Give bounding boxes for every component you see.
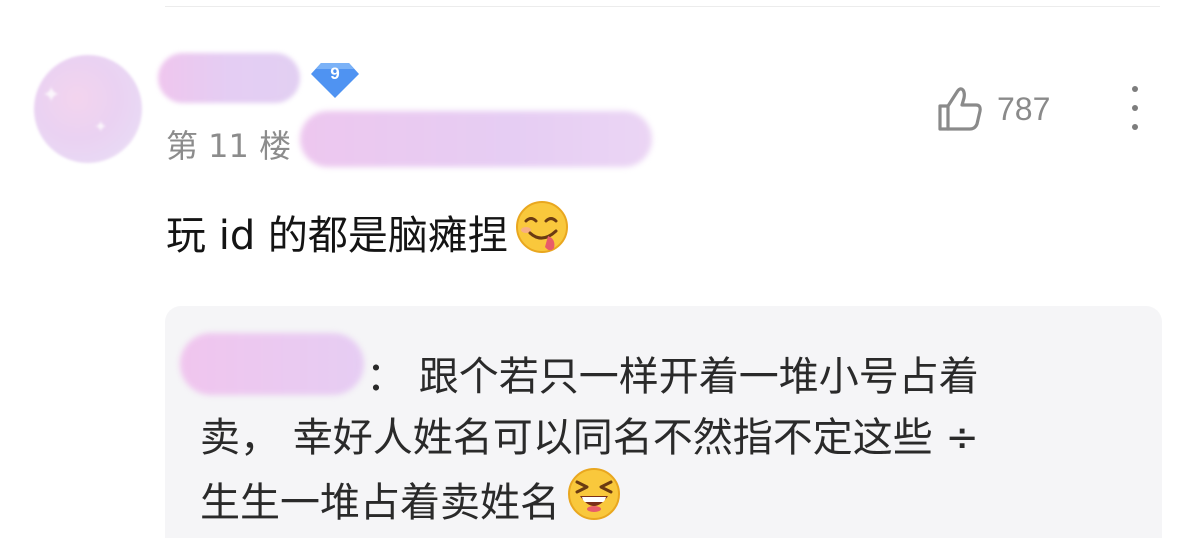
- avatar[interactable]: ✦ ✦: [34, 55, 142, 163]
- post-meta-redacted: [300, 111, 652, 167]
- like-count: 787: [997, 90, 1051, 127]
- dot: [1132, 124, 1138, 130]
- username-redacted[interactable]: [158, 53, 300, 103]
- comment-text: 玩 id 的都是脑瘫捏: [166, 213, 508, 259]
- like-button[interactable]: 787: [935, 80, 1050, 138]
- level-badge: 9: [310, 61, 360, 99]
- floor-number: 第 11 楼: [166, 127, 292, 165]
- yum-face-icon: [514, 199, 570, 265]
- comment-body: 玩 id 的都是脑瘫捏: [166, 199, 570, 265]
- more-options-button[interactable]: [1117, 84, 1153, 132]
- sparkle-icon: ✦: [94, 117, 108, 136]
- sparkle-icon: ✦: [42, 83, 61, 108]
- reply-line-3: 生生一堆占着卖姓名: [200, 466, 622, 532]
- reply-line-2: 卖， 幸好人姓名可以同名不然指不定这些 ÷: [200, 415, 979, 461]
- dot: [1132, 105, 1138, 111]
- reply-line-3-text: 生生一堆占着卖姓名: [200, 480, 560, 526]
- laughing-squint-face-icon: [566, 466, 622, 532]
- reply-author-redacted[interactable]: [180, 333, 364, 395]
- level-number: 9: [330, 64, 340, 83]
- dot: [1132, 86, 1138, 92]
- reply-line-1: ： 跟个若只一样开着一堆小号占着: [366, 354, 979, 400]
- top-divider: [165, 6, 1160, 7]
- thumbs-up-icon: [938, 87, 982, 131]
